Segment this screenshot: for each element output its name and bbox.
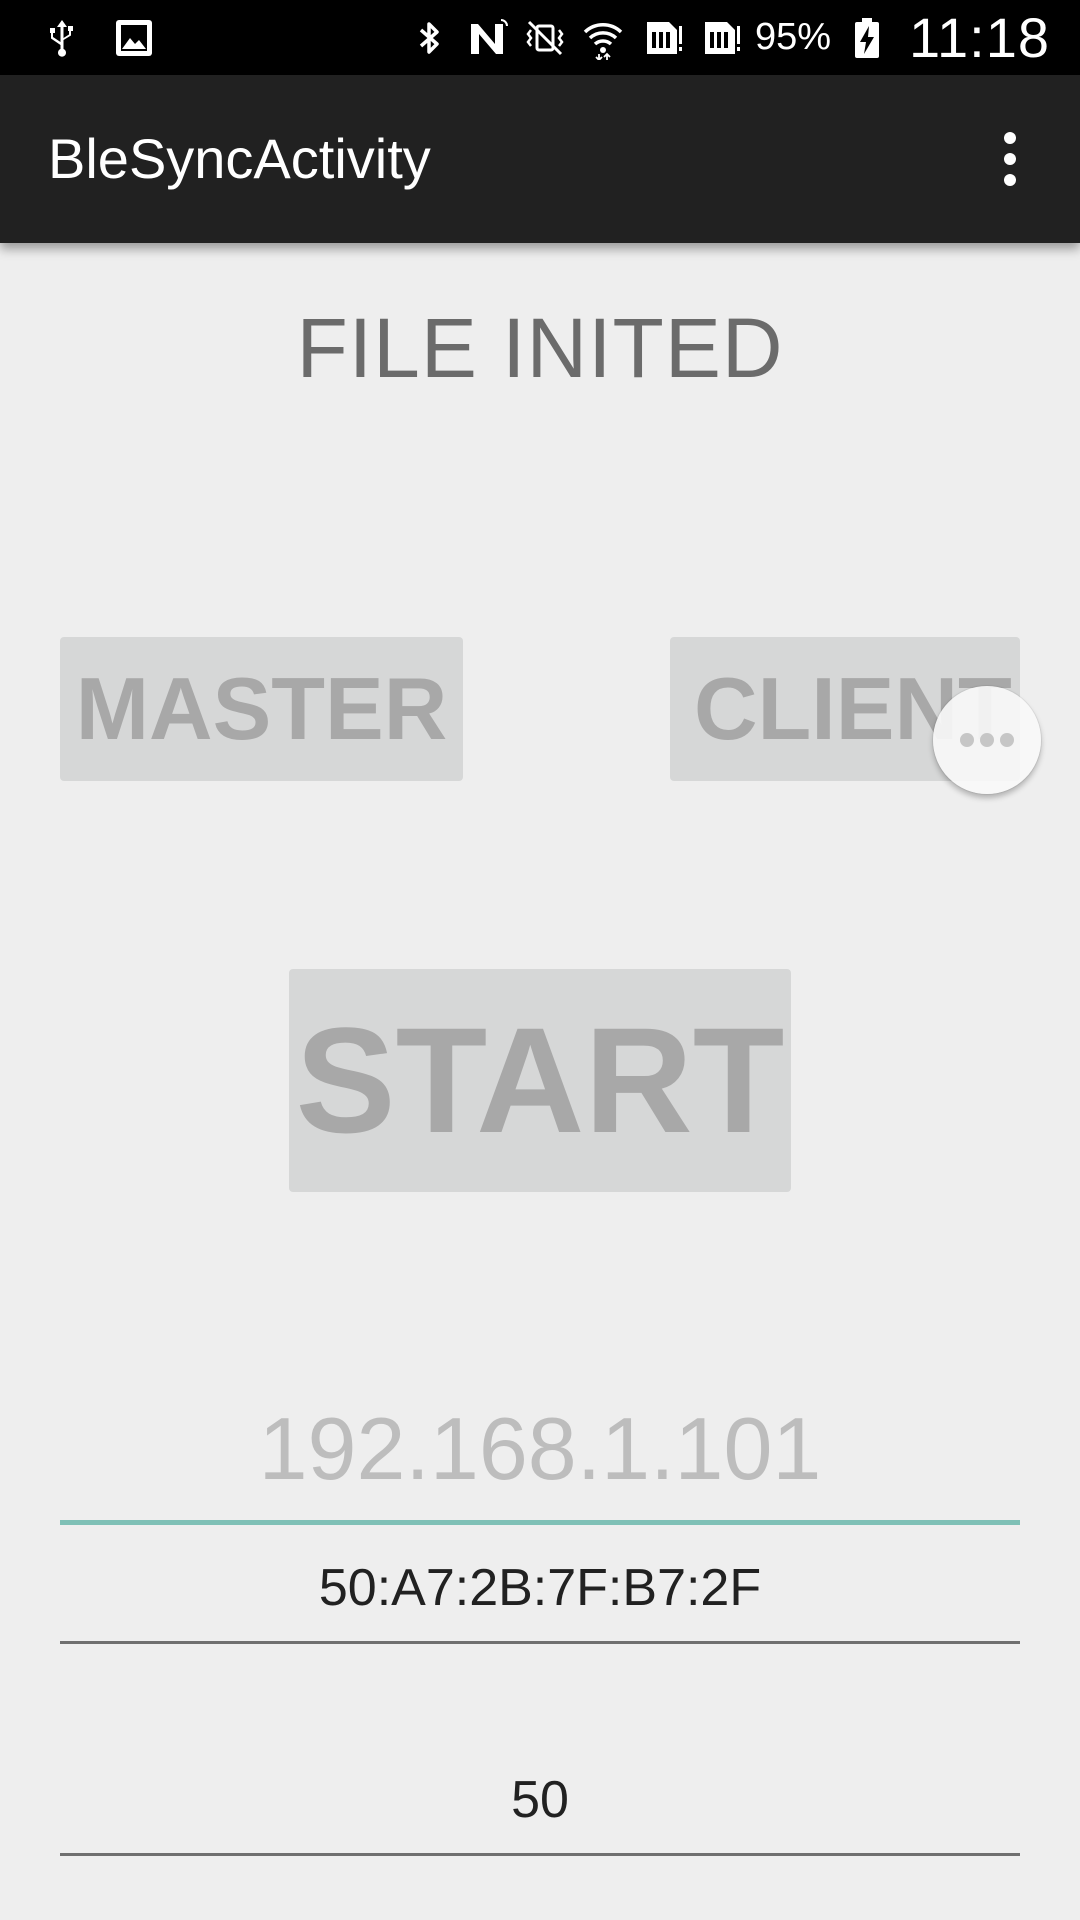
nfc-icon bbox=[465, 16, 509, 60]
overflow-menu-icon[interactable] bbox=[970, 119, 1050, 199]
status-bar-right: 95% 11:18 bbox=[407, 0, 1050, 75]
more-dots-icon bbox=[980, 733, 994, 747]
ip-address-input[interactable] bbox=[60, 1385, 1020, 1520]
ip-address-field[interactable] bbox=[60, 1385, 1020, 1525]
battery-charging-icon bbox=[845, 16, 889, 60]
more-dots-icon bbox=[1000, 733, 1014, 747]
overflow-dot bbox=[1004, 132, 1016, 144]
status-text: FILE INITED bbox=[296, 301, 784, 395]
battery-percent: 95% bbox=[754, 16, 832, 58]
app-bar: BleSyncActivity bbox=[0, 75, 1080, 243]
number-field[interactable]: 50 bbox=[60, 1752, 1020, 1856]
vibrate-icon bbox=[523, 16, 567, 60]
sim2-icon bbox=[697, 16, 741, 60]
overflow-dot bbox=[1004, 153, 1016, 165]
floating-more-button[interactable] bbox=[933, 686, 1041, 794]
usb-icon bbox=[40, 16, 84, 60]
status-bar-left bbox=[40, 0, 156, 75]
wifi-icon bbox=[581, 16, 625, 60]
bluetooth-icon bbox=[407, 16, 451, 60]
master-button[interactable]: MASTER bbox=[60, 637, 463, 781]
image-icon bbox=[112, 16, 156, 60]
app-title: BleSyncActivity bbox=[48, 127, 431, 190]
mac-address-field[interactable]: 50:A7:2B:7F:B7:2F bbox=[60, 1540, 1020, 1644]
sim1-icon bbox=[639, 16, 683, 60]
more-dots-icon bbox=[960, 733, 974, 747]
status-bar: 95% 11:18 bbox=[0, 0, 1080, 75]
start-button[interactable]: START bbox=[289, 969, 791, 1192]
overflow-dot bbox=[1004, 174, 1016, 186]
clock: 11:18 bbox=[909, 6, 1050, 69]
